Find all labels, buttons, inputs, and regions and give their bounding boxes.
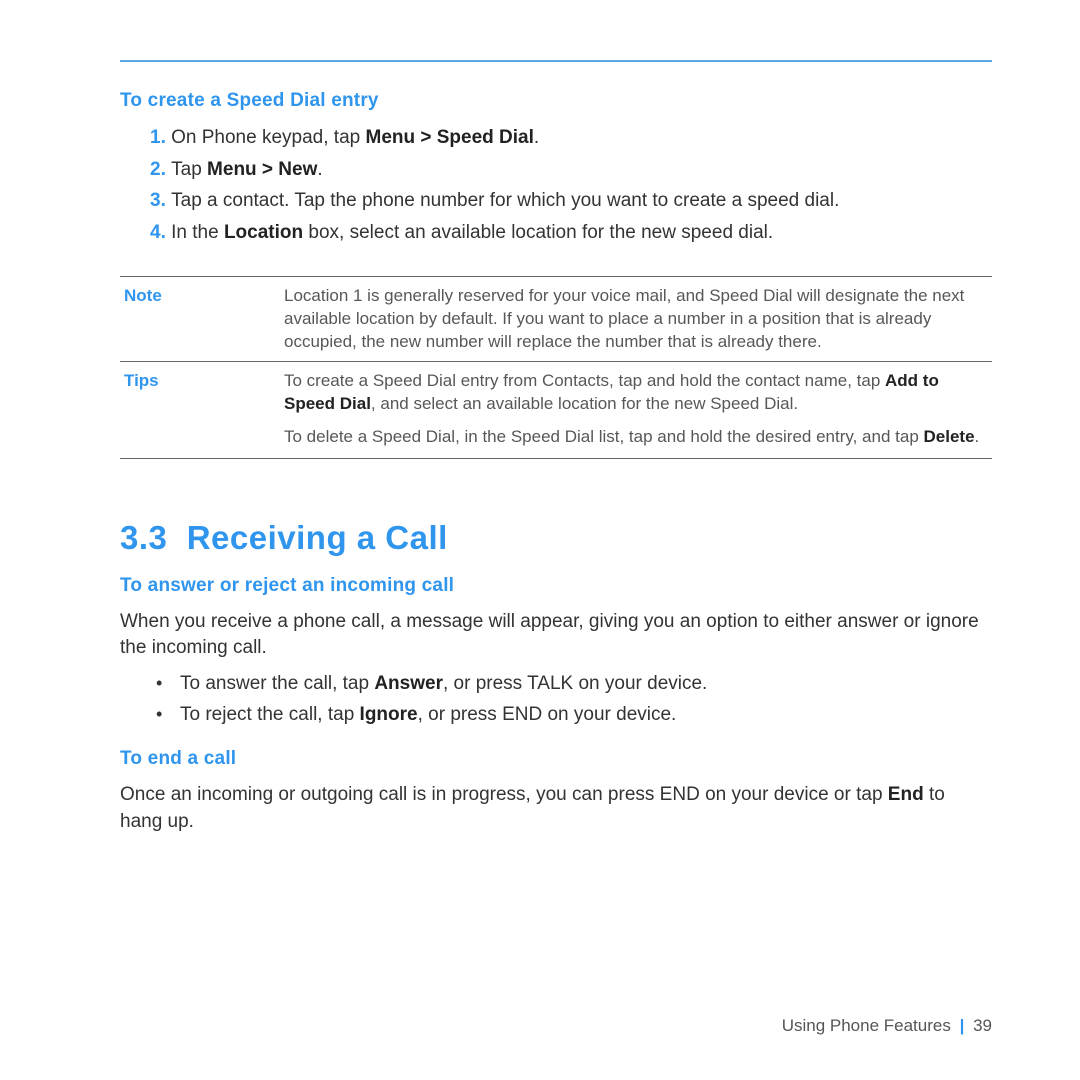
note-label: Note (120, 277, 280, 362)
section-number: 3.3 (120, 519, 167, 556)
speed-dial-steps: 1. On Phone keypad, tap Menu > Speed Dia… (120, 124, 992, 246)
subheading-speed-dial: To create a Speed Dial entry (120, 90, 992, 112)
footer-chapter: Using Phone Features (782, 1016, 951, 1035)
bold-text: Add to Speed Dial (284, 371, 939, 413)
bold-text: End (888, 784, 924, 805)
note-row: Note Location 1 is generally reserved fo… (120, 277, 992, 362)
step-item: 3. Tap a contact. Tap the phone number f… (120, 187, 992, 215)
bullet-item: To answer the call, tap Answer, or press… (180, 670, 992, 698)
end-call-text: Once an incoming or outgoing call is in … (120, 782, 992, 835)
answer-reject-intro: When you receive a phone call, a message… (120, 609, 992, 662)
tips-body: To create a Speed Dial entry from Contac… (280, 362, 992, 459)
bold-text: Delete (924, 427, 975, 446)
tips-row: Tips To create a Speed Dial entry from C… (120, 362, 992, 459)
step-number: 4. (150, 222, 171, 243)
bold-text: Menu > New (207, 159, 317, 180)
header-rule (120, 60, 992, 62)
step-item: 2. Tap Menu > New. (120, 156, 992, 184)
bold-text: Ignore (360, 704, 418, 725)
bullet-item: To reject the call, tap Ignore, or press… (180, 701, 992, 729)
subheading-end-call: To end a call (120, 748, 992, 770)
step-number: 3. (150, 190, 171, 211)
step-number: 2. (150, 159, 171, 180)
section-title: Receiving a Call (187, 519, 448, 556)
bold-text: Location (224, 222, 303, 243)
note-text: Location 1 is generally reserved for you… (280, 277, 992, 362)
step-item: 1. On Phone keypad, tap Menu > Speed Dia… (120, 124, 992, 152)
document-page: To create a Speed Dial entry 1. On Phone… (0, 0, 1080, 1080)
info-table: Note Location 1 is generally reserved fo… (120, 276, 992, 459)
answer-reject-bullets: To answer the call, tap Answer, or press… (120, 670, 992, 728)
footer-page-number: 39 (973, 1016, 992, 1035)
page-footer: Using Phone Features | 39 (782, 1016, 992, 1036)
step-item: 4. In the Location box, select an availa… (120, 219, 992, 247)
step-number: 1. (150, 127, 171, 148)
tips-label: Tips (120, 362, 280, 459)
footer-separator: | (956, 1016, 969, 1035)
tips-p2: To delete a Speed Dial, in the Speed Dia… (284, 426, 988, 449)
bold-text: Menu > Speed Dial (366, 127, 534, 148)
section-heading-receiving-call: 3.3 Receiving a Call (120, 519, 992, 557)
bold-text: Answer (374, 673, 443, 694)
tips-p1: To create a Speed Dial entry from Contac… (284, 370, 988, 416)
subheading-answer-reject: To answer or reject an incoming call (120, 575, 992, 597)
